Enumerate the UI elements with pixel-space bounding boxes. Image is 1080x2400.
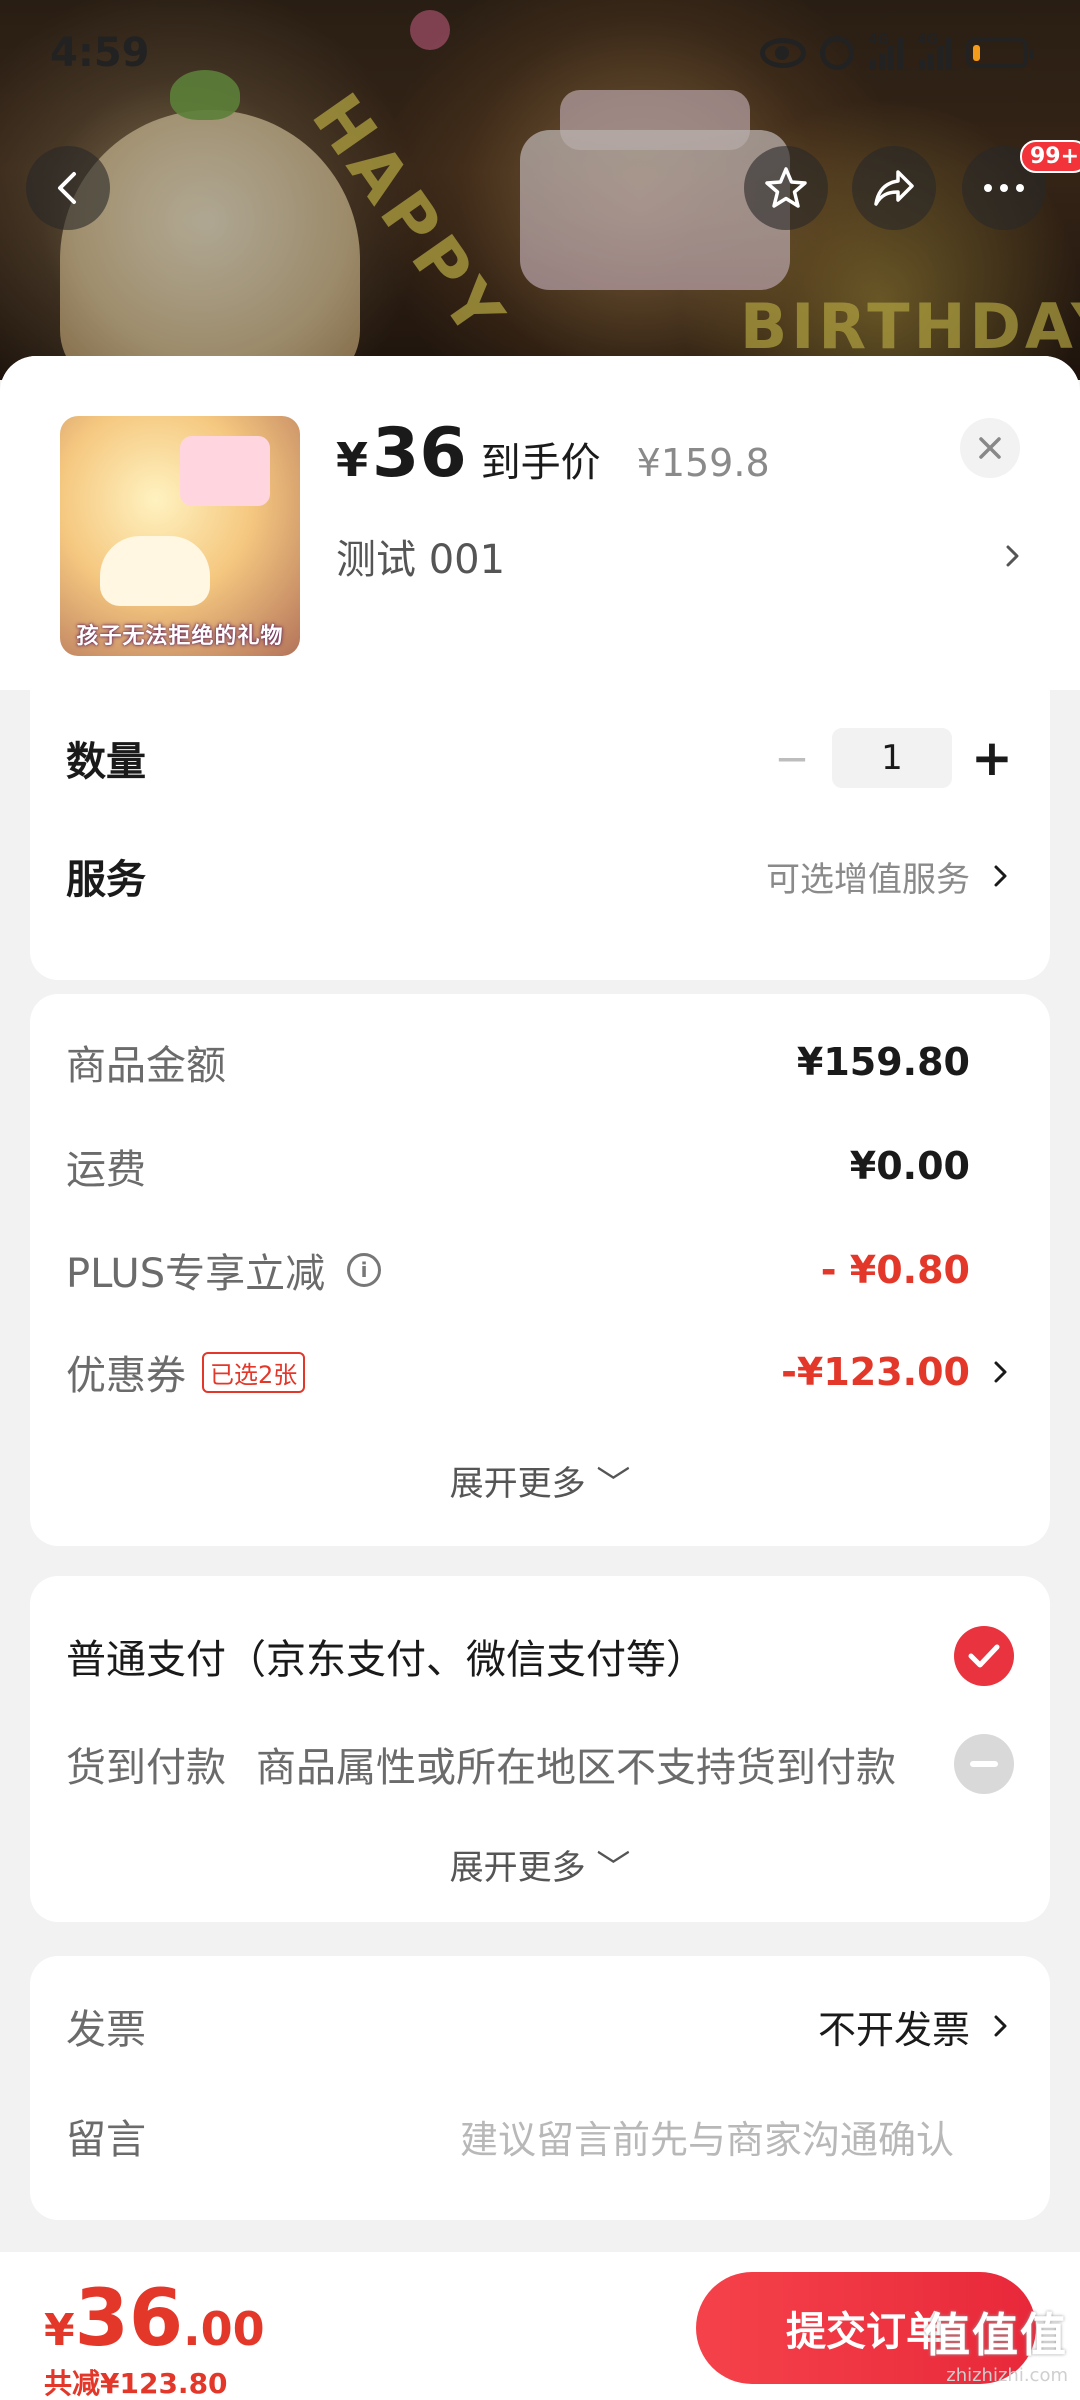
payment-normal-radio[interactable]: [954, 1626, 1014, 1686]
close-button[interactable]: [960, 418, 1020, 478]
coupon-value: -¥123.00: [781, 1350, 970, 1394]
share-icon: [874, 170, 914, 206]
thumb-duck-image: [100, 536, 210, 606]
star-icon: [765, 167, 807, 208]
coupon-count-tag: 已选2张: [202, 1351, 306, 1393]
note-label: 留言: [66, 2117, 146, 2163]
watermark-url: zhizhizhi.com: [946, 2365, 1068, 2386]
goods-amount-value: ¥159.80: [796, 1040, 970, 1084]
payment-card: 普通支付（京东支付、微信支付等） 货到付款 商品属性或所在地区不支持货到付款 展…: [30, 1576, 1050, 1922]
goods-amount-row: 商品金额 ¥159.80: [66, 1022, 1014, 1102]
final-price: 36: [372, 414, 467, 493]
chevron-right-icon: [994, 865, 1007, 887]
watermark-logo: 值值值: [924, 2308, 1068, 2362]
payment-normal-row[interactable]: 普通支付（京东支付、微信支付等）: [66, 1616, 1014, 1696]
plus-discount-left: PLUS专享立减 i: [66, 1241, 382, 1299]
total-decimal: .00: [183, 2302, 265, 2356]
shipping-value: ¥0.00: [849, 1144, 970, 1188]
thumbnail-caption: 孩子无法拒绝的礼物: [76, 624, 284, 649]
final-price-label: 到手价: [480, 440, 601, 486]
info-icon[interactable]: i: [347, 1253, 382, 1287]
invoice-row[interactable]: 发票 不开发票: [66, 1980, 1014, 2072]
note-row[interactable]: 留言 建议留言前先与商家沟通确认: [66, 2090, 1014, 2182]
hero-happy-text: HAPPY: [296, 80, 522, 355]
alarm-icon: [820, 36, 854, 70]
chevron-right-icon: [1006, 545, 1019, 567]
status-icons: 4G 4G: [760, 32, 1034, 70]
eye-icon: [760, 38, 806, 68]
options-card: 数量 − 1 + 服务 可选增值服务: [30, 690, 1050, 980]
coupon-left: 优惠券 已选2张: [66, 1343, 306, 1401]
hero-birthday-text: BIRTHDAY: [740, 290, 1080, 363]
chevron-left-icon: [58, 172, 76, 204]
chevron-right-icon: [994, 1361, 1007, 1383]
order-sheet: 孩子无法拒绝的礼物 ¥ 36 到手价 ¥159.8 测试 001 数量 − 1 …: [0, 356, 1080, 2400]
total-price: ¥ 36 .00: [44, 2274, 265, 2364]
service-row[interactable]: 服务 可选增值服务: [66, 834, 1014, 918]
close-icon: [979, 437, 1001, 459]
signal-icon-2: 4G: [917, 32, 952, 70]
spec-selector[interactable]: 测试 001: [336, 526, 1026, 586]
payment-cod-left: 货到付款 商品属性或所在地区不支持货到付款: [66, 1735, 896, 1793]
coupon-label: 优惠券: [66, 1353, 186, 1399]
payment-cod-row: 货到付款 商品属性或所在地区不支持货到付款: [66, 1724, 1014, 1804]
total-currency: ¥: [44, 2305, 75, 2356]
quantity-decrease-button[interactable]: −: [770, 734, 814, 783]
signal-label: 4G: [868, 32, 890, 48]
status-bar: 4:59 4G 4G: [0, 0, 1080, 112]
check-icon: [968, 1644, 1000, 1668]
original-price: ¥159.8: [636, 441, 770, 485]
back-button[interactable]: [26, 146, 110, 230]
invoice-label: 发票: [66, 2007, 146, 2053]
shipping-row: 运费 ¥0.00: [66, 1126, 1014, 1206]
battery-level: [973, 45, 981, 61]
notification-badge: 99+: [1020, 140, 1080, 173]
price-currency: ¥: [336, 433, 369, 487]
share-button[interactable]: [852, 146, 936, 230]
quantity-row: 数量 − 1 +: [66, 716, 1014, 800]
shipping-label: 运费: [66, 1147, 146, 1193]
expand-more-payment[interactable]: 展开更多 ﹀: [30, 1840, 1050, 1889]
quantity-label: 数量: [66, 739, 146, 785]
payment-cod-label: 货到付款: [66, 1745, 226, 1791]
checkout-bar: ¥ 36 .00 共减¥123.80 提交订单: [0, 2252, 1080, 2400]
total-saving: 共减¥123.80: [44, 2367, 228, 2400]
hero-duck-lamp: [60, 110, 360, 380]
product-thumbnail[interactable]: 孩子无法拒绝的礼物: [60, 416, 300, 656]
signal-icon: 4G: [868, 32, 903, 70]
plus-discount-label: PLUS专享立减: [66, 1251, 326, 1297]
payment-cod-desc: 商品属性或所在地区不支持货到付款: [256, 1745, 896, 1791]
plus-discount-value: - ¥0.80: [820, 1248, 970, 1292]
quantity-increase-button[interactable]: +: [970, 729, 1014, 787]
more-dots-icon: [984, 184, 1024, 192]
invoice-right: 不开发票: [818, 1999, 1014, 2054]
invoice-value: 不开发票: [817, 2007, 970, 2052]
quantity-input[interactable]: 1: [832, 728, 952, 788]
product-summary: 孩子无法拒绝的礼物 ¥ 36 到手价 ¥159.8 测试 001: [0, 356, 1080, 690]
thumb-cake-image: [180, 436, 270, 506]
note-input[interactable]: 建议留言前先与商家沟通确认: [460, 2109, 954, 2164]
spec-value: 测试 001: [336, 537, 506, 583]
cost-card: 商品金额 ¥159.80 运费 ¥0.00 PLUS专享立减 i - ¥0.80…: [30, 994, 1050, 1546]
payment-normal-label: 普通支付（京东支付、微信支付等）: [66, 1637, 706, 1683]
watermark: 值值值 zhizhizhi.com: [924, 2299, 1068, 2386]
expand-more-costs[interactable]: 展开更多 ﹀: [30, 1456, 1050, 1505]
coupon-row[interactable]: 优惠券 已选2张 -¥123.00: [66, 1332, 1014, 1412]
goods-amount-label: 商品金额: [66, 1043, 226, 1089]
coupon-right: -¥123.00: [781, 1350, 1014, 1394]
service-label: 服务: [66, 857, 146, 903]
status-time: 4:59: [50, 30, 150, 76]
service-right: 可选增值服务: [766, 852, 1014, 901]
favorite-button[interactable]: [744, 146, 828, 230]
extra-card: 发票 不开发票 留言 建议留言前先与商家沟通确认: [30, 1956, 1050, 2220]
total-integer: 36: [74, 2274, 184, 2364]
signal-label-2: 4G: [917, 32, 939, 48]
plus-discount-row: PLUS专享立减 i - ¥0.80: [66, 1230, 1014, 1310]
battery-icon: [966, 38, 1034, 68]
quantity-stepper: − 1 +: [770, 728, 1014, 788]
payment-cod-disabled-radio: [954, 1734, 1014, 1794]
chevron-right-icon: [994, 2015, 1007, 2037]
service-hint: 可选增值服务: [766, 859, 970, 900]
price-row: ¥ 36 到手价 ¥159.8: [336, 414, 770, 493]
